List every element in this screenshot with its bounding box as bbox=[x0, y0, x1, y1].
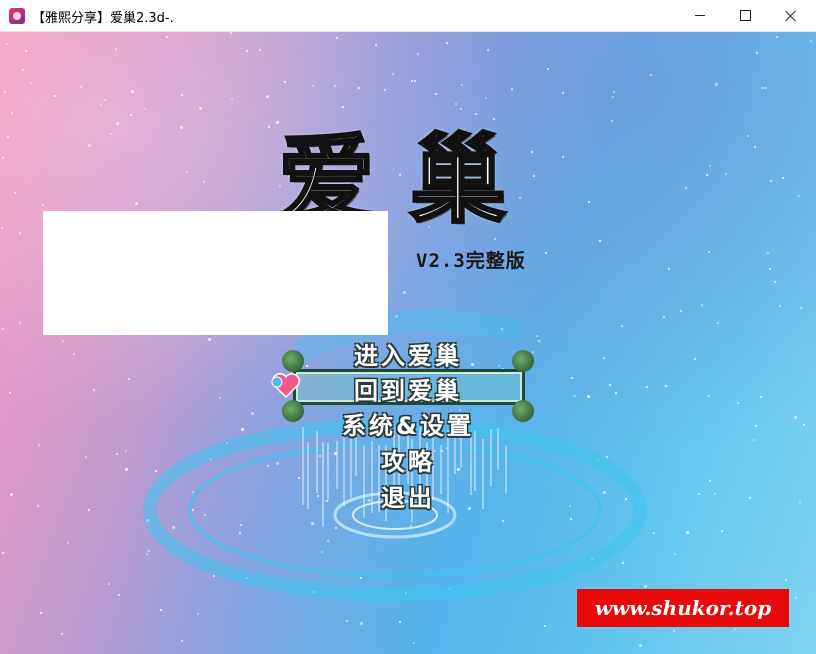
redacted-box bbox=[43, 211, 388, 335]
menu-item-return[interactable]: 回到爱巢 bbox=[0, 371, 816, 406]
menu-item-settings[interactable]: 系统&设置 bbox=[0, 406, 816, 441]
menu-item-enter[interactable]: 进入爱巢 bbox=[0, 336, 816, 371]
maximize-button[interactable] bbox=[722, 0, 768, 31]
menu-item-guide[interactable]: 攻略 bbox=[0, 442, 816, 477]
close-icon bbox=[785, 10, 797, 22]
game-screen[interactable]: 爱 巢 V2.3完整版 进入爱巢 回到爱巢 系统&设置 攻略 退出 www.sh… bbox=[0, 32, 816, 654]
logo-char-2: 巢 bbox=[409, 123, 508, 238]
window-title: 【雅熙分享】爱巢2.3d-. bbox=[32, 11, 174, 26]
app-icon bbox=[9, 8, 25, 24]
minimize-icon bbox=[695, 15, 705, 16]
window-titlebar[interactable]: 【雅熙分享】爱巢2.3d-. bbox=[0, 0, 816, 32]
minimize-button[interactable] bbox=[677, 0, 723, 31]
version-label: V2.3完整版 bbox=[416, 250, 526, 272]
maximize-icon bbox=[739, 10, 751, 21]
menu-item-exit[interactable]: 退出 bbox=[0, 478, 816, 513]
watermark-badge: www.shukor.top bbox=[577, 589, 789, 627]
close-button[interactable] bbox=[768, 0, 814, 31]
